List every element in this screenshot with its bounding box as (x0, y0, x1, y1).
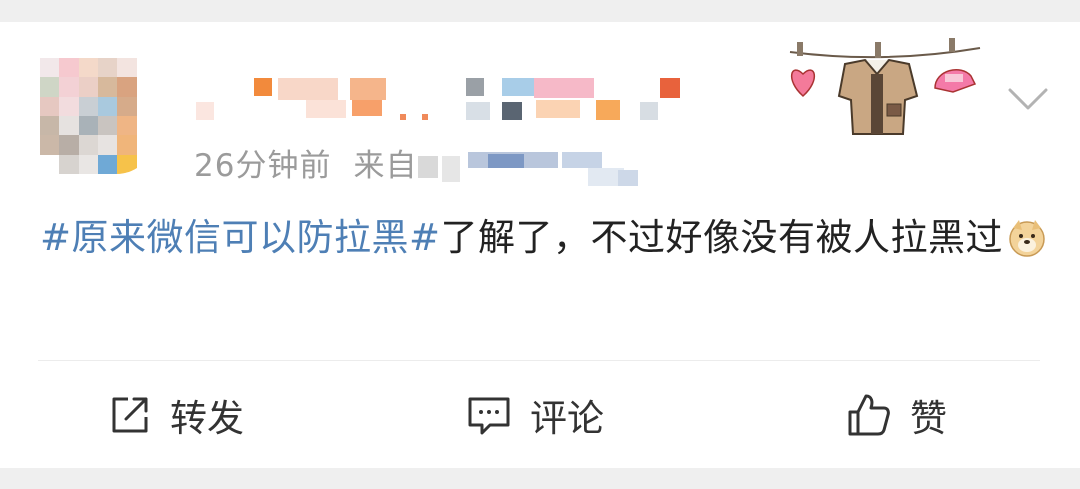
divider (38, 360, 1040, 361)
comment-label: 评论 (530, 397, 604, 440)
repost-label: 转发 (170, 397, 244, 440)
post-source-blurred[interactable] (418, 152, 648, 192)
post-source-prefix: 来自 (353, 147, 418, 184)
doge-emoji-icon (1009, 220, 1045, 257)
chevron-down-icon[interactable] (1006, 76, 1050, 120)
comment-button[interactable]: 评论 (466, 386, 604, 444)
like-button[interactable]: 赞 (846, 386, 947, 444)
post-time: 26分钟前 (194, 147, 332, 184)
repost-button[interactable]: 转发 (108, 386, 244, 444)
weibo-post-card: 26分钟前 来自 #原来微信可以防拉黑#了解了，不过好像没有被人拉黑过 转发 评… (0, 22, 1080, 468)
post-action-bar: 转发 评论 赞 (0, 386, 1080, 444)
topic-link[interactable]: #原来微信可以防拉黑# (40, 216, 441, 259)
like-label: 赞 (910, 397, 947, 440)
share-icon (112, 397, 148, 433)
post-meta: 26分钟前 来自 (194, 140, 417, 184)
post-content: #原来微信可以防拉黑#了解了，不过好像没有被人拉黑过 (40, 210, 1050, 266)
post-text: 了解了，不过好像没有被人拉黑过 (440, 216, 1004, 259)
username-blurred[interactable] (196, 78, 686, 138)
user-avatar[interactable] (40, 58, 156, 174)
comment-icon (468, 397, 510, 435)
thumbs-up-icon (848, 394, 890, 436)
card-badge-decoration (789, 38, 981, 135)
